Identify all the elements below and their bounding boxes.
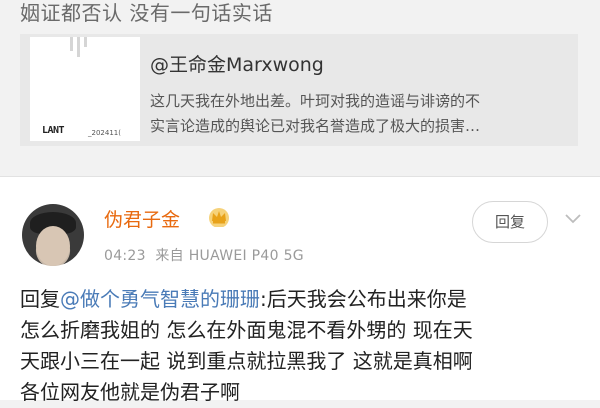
- comment-meta: 04:23 来自 HUAWEI P40 5G: [104, 245, 304, 265]
- reply-button[interactable]: 回复: [472, 201, 548, 243]
- avatar-face: [36, 226, 70, 266]
- comment-body-line: 回复@做个勇气智慧的珊珊:后天我会公布出来你是: [20, 284, 595, 315]
- comment-source: 来自 HUAWEI P40 5G: [155, 248, 304, 264]
- comment-body-line: 天跟小三在一起 说到重点就拉黑我了 这就是真相啊: [20, 349, 473, 373]
- shared-post-card[interactable]: LANT _202411( @王命金Marxwong 这几天我在外地出差。叶珂对…: [20, 34, 578, 146]
- comment-body: 回复@做个勇气智慧的珊珊:后天我会公布出来你是 怎么折磨我姐的 怎么在外面鬼混不…: [20, 284, 595, 408]
- comment-body-line: 怎么折磨我姐的 怎么在外面鬼混不看外甥的 现在天: [20, 318, 473, 342]
- crown-icon: [209, 208, 229, 227]
- shared-post-author[interactable]: @王命金Marxwong: [150, 50, 324, 77]
- thumbnail-mark: [70, 37, 73, 51]
- comment-username[interactable]: 伪君子金: [104, 205, 180, 232]
- shared-post-excerpt-line: 实言论造成的舆论已对我名誉造成了极大的损害…: [150, 117, 481, 135]
- chevron-down-icon[interactable]: [564, 211, 582, 227]
- thumbnail-mark: [84, 37, 87, 47]
- thumbnail-logo: LANT: [42, 125, 65, 136]
- reply-prefix: 回复: [20, 287, 60, 311]
- shared-post-thumbnail[interactable]: LANT _202411(: [30, 37, 140, 141]
- thumbnail-mark: [77, 37, 80, 57]
- comment-body-text: :后天我会公布出来你是: [260, 287, 467, 311]
- thumbnail-date: _202411(: [88, 129, 121, 137]
- avatar[interactable]: [22, 204, 84, 266]
- comment-item: 伪君子金 04:23 来自 HUAWEI P40 5G 回复 回复@做个勇气智慧…: [0, 177, 600, 404]
- shared-post-excerpt: 这几天我在外地出差。叶珂对我的造谣与诽谤的不 实言论造成的舆论已对我名誉造成了极…: [150, 89, 570, 139]
- mention-link[interactable]: @做个勇气智慧的珊珊: [60, 287, 260, 311]
- post-text-fragment: 姻证都否认 没有一句话实话: [20, 1, 273, 25]
- comment-time: 04:23: [104, 248, 146, 264]
- shared-post-excerpt-line: 这几天我在外地出差。叶珂对我的造谣与诽谤的不: [150, 92, 481, 110]
- comment-body-line: 各位网友他就是伪君子啊: [20, 380, 240, 404]
